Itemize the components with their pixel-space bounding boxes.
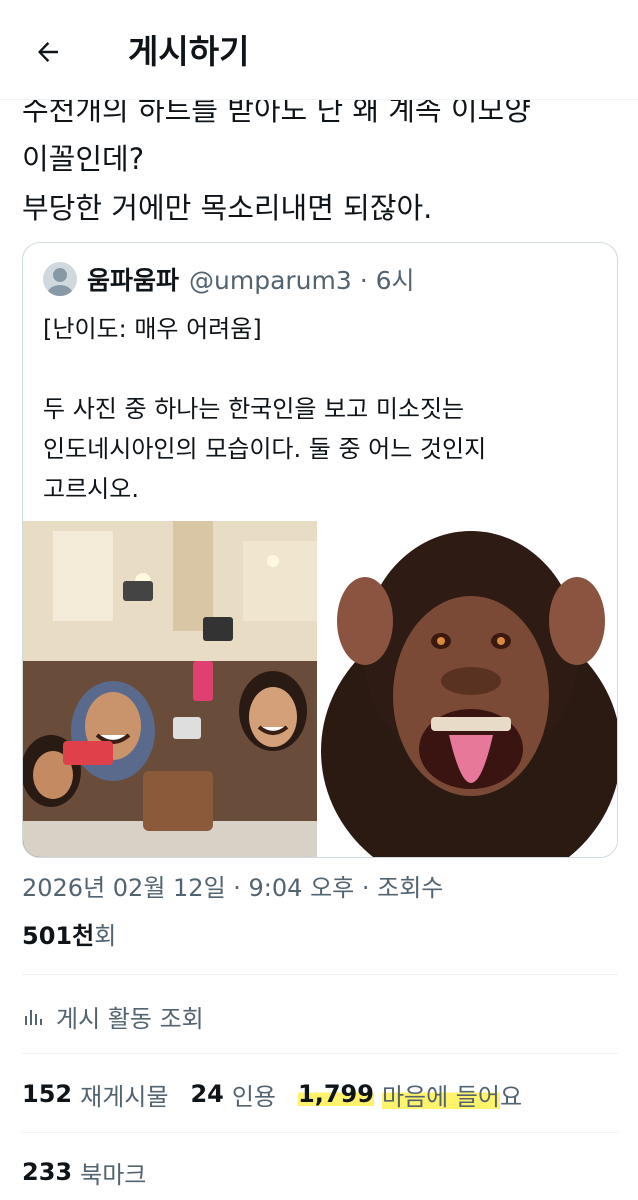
quotes-label: 인용 [231,1082,277,1111]
chimpanzee-photo[interactable] [321,521,617,857]
quoted-post-text: [난이도: 매우 어려움] 두 사진 중 하나는 한국인을 보고 미소짓는 인도… [43,315,487,503]
bar-chart-icon [25,1010,42,1025]
likes-count: 1,799 [298,1080,374,1108]
engagement-stats: 152 재게시물 24 인용 1,799 마음에 들어 요 [22,1072,544,1116]
quoted-author-handle: @umparum3 · 6시 [189,266,415,295]
back-button[interactable] [22,28,74,76]
bookmarks-stat[interactable]: 233 북마크 [22,1150,146,1194]
quotes-stat[interactable]: 24 인용 [190,1077,276,1112]
post-timestamp[interactable]: 2026년 02월 12일 · 9:04 오후 · 조회수 [22,866,443,910]
view-count-suffix: 회 [94,922,117,950]
chimpanzee-photo-illustration [321,521,617,857]
tweet-text: 수천개의 하트를 받아도 난 왜 계속 이모양 이꼴인데? 부당한 거에만 목소… [22,86,622,233]
quoted-post-header: 움파움파 @umparum3 · 6시 [43,259,415,299]
bookmarks-count: 233 [22,1158,73,1186]
tweet-line: 부당한 거에만 목소리내면 되잖아. [22,191,433,225]
crowd-photo[interactable] [23,521,317,857]
likes-label-highlight: 마음에 들어 [381,1076,500,1112]
avatar[interactable] [43,262,77,296]
view-count-value: 501천 [22,922,95,950]
quoted-post[interactable]: 움파움파 @umparum3 · 6시 [난이도: 매우 어려움] 두 사진 중… [22,242,618,858]
post-activity-label: 게시 활동 조회 [56,1004,204,1033]
view-count: 501천회 [22,914,116,958]
tweet-line: 이꼴인데? [22,142,145,176]
bookmarks-label: 북마크 [80,1160,147,1189]
likes-stat[interactable]: 1,799 마음에 들어 요 [298,1076,523,1112]
quotes-count: 24 [190,1080,224,1108]
page-title: 게시하기 [128,32,250,71]
divider [22,1053,618,1054]
divider [22,974,618,975]
divider [22,1132,618,1133]
quoted-post-media[interactable] [23,521,617,857]
top-bar: 게시하기 [0,0,638,100]
post-activity-button[interactable]: 게시 활동 조회 [22,994,204,1038]
arrow-left-icon [38,42,58,62]
default-avatar-icon [47,268,73,296]
crowd-photo-illustration [23,521,317,857]
reposts-count: 152 [22,1080,73,1108]
quoted-author-name[interactable]: 움파움파 [87,261,179,297]
reposts-label: 재게시물 [80,1082,169,1111]
likes-label-rest: 요 [499,1082,523,1111]
reposts-stat[interactable]: 152 재게시물 [22,1077,168,1112]
